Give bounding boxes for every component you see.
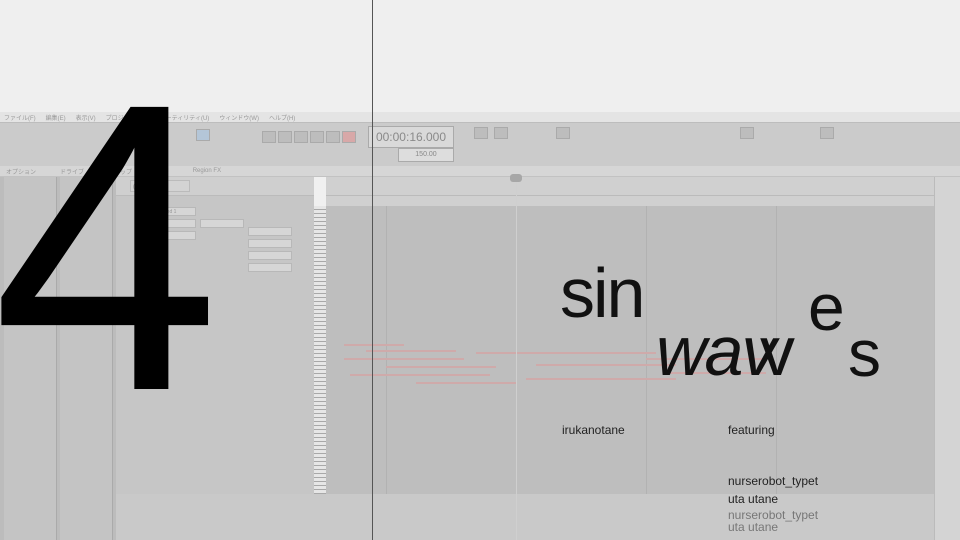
fx-slot[interactable]	[248, 251, 292, 260]
now-line	[516, 180, 517, 540]
title-sin: sin	[560, 254, 645, 332]
transport-time-display: 00:00:16.000	[368, 126, 454, 148]
midi-note[interactable]	[350, 374, 490, 376]
stop-button[interactable]	[278, 131, 292, 143]
vertical-scrollbar[interactable]	[934, 177, 960, 540]
play-button[interactable]	[294, 131, 308, 143]
timeline-ruler[interactable]	[326, 177, 940, 207]
midi-note[interactable]	[536, 364, 676, 366]
midi-note[interactable]	[416, 382, 516, 384]
vocalist-credit: uta utane	[728, 492, 779, 506]
midi-note[interactable]	[344, 358, 464, 360]
pause-button[interactable]	[310, 131, 324, 143]
playhead-line	[372, 0, 373, 540]
grid-line	[646, 206, 647, 540]
rewind-button[interactable]	[262, 131, 276, 143]
midi-note[interactable]	[344, 344, 404, 346]
fx-slot[interactable]	[248, 263, 292, 272]
artist-credit: irukanotane	[562, 423, 625, 437]
track-number: 4	[0, 18, 220, 476]
vocalist-credit: nurserobot_typet	[728, 474, 819, 488]
menu-help[interactable]: ヘルプ(H)	[269, 113, 295, 122]
midi-note[interactable]	[526, 378, 676, 380]
title-wav: wav	[656, 312, 776, 390]
title-e: e	[808, 270, 845, 344]
marker-button[interactable]	[740, 127, 754, 139]
metronome-button[interactable]	[556, 127, 570, 139]
ruler-baseline	[326, 195, 940, 196]
loop-button[interactable]	[494, 127, 508, 139]
title-v: v	[760, 312, 795, 390]
panel-toggle-button[interactable]	[820, 127, 834, 139]
menu-window[interactable]: ウィンドウ(W)	[219, 113, 259, 122]
now-marker[interactable]	[510, 174, 522, 182]
ghost-credit: uta utane	[728, 520, 779, 534]
featuring-label: featuring	[728, 423, 775, 437]
midi-note[interactable]	[366, 350, 456, 352]
tempo-display[interactable]: 150.00	[398, 148, 454, 162]
snap-button[interactable]	[474, 127, 488, 139]
forward-button[interactable]	[326, 131, 340, 143]
fx-slot[interactable]	[248, 227, 292, 236]
piano-keyboard[interactable]	[314, 206, 326, 540]
grid-line	[386, 206, 387, 540]
title-s: s	[848, 316, 881, 390]
midi-note[interactable]	[386, 366, 496, 368]
record-button[interactable]	[342, 131, 356, 143]
fx-slot[interactable]	[248, 239, 292, 248]
midi-note[interactable]	[476, 352, 656, 354]
